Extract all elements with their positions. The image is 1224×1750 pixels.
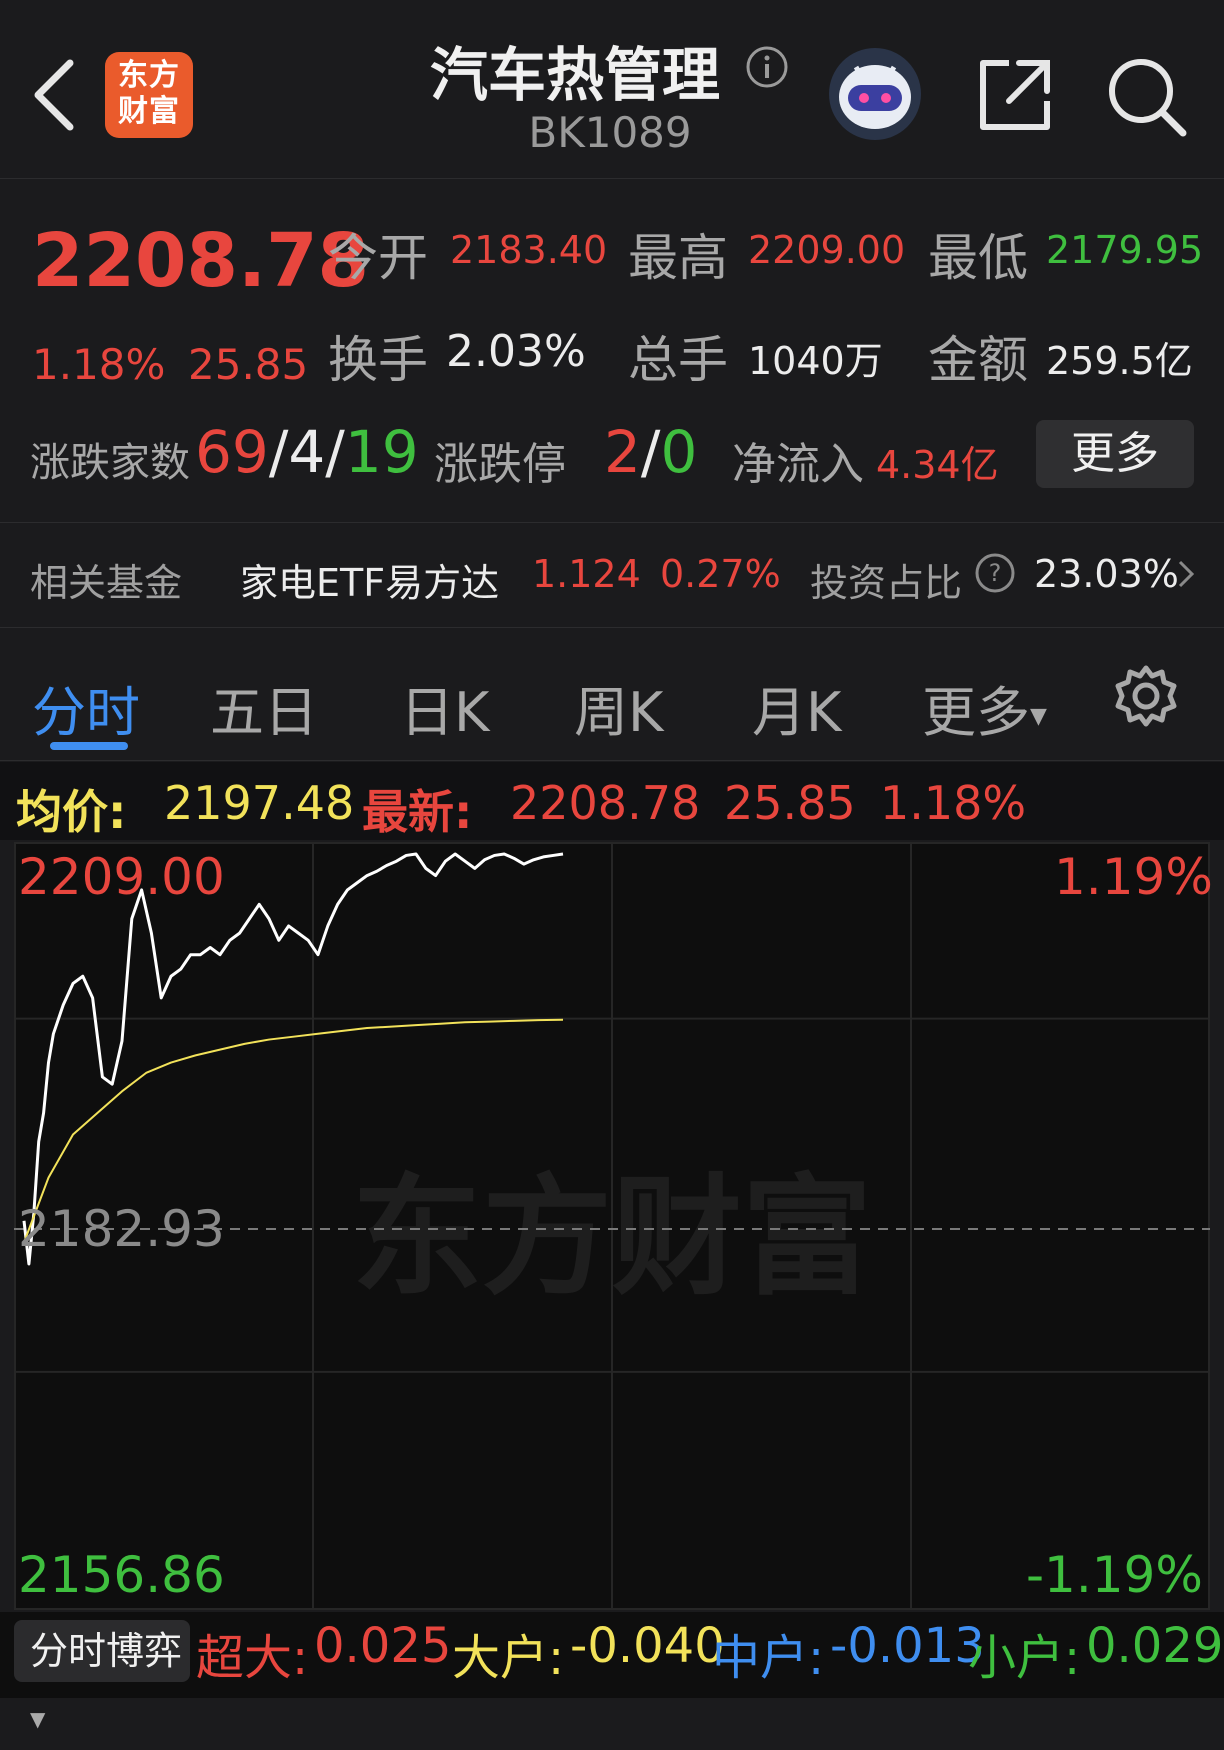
fund-pct: 0.27% bbox=[660, 552, 781, 596]
intraday-game-selector[interactable]: 分时博弈 ▼ bbox=[14, 1620, 190, 1731]
limit-down-count: 0 bbox=[660, 418, 698, 486]
breadth-sep: / bbox=[325, 418, 345, 486]
inflow-label: 净流入 bbox=[732, 439, 864, 490]
tab-monthly-k[interactable]: 月K bbox=[752, 668, 841, 747]
latest-value: 2208.78 bbox=[510, 776, 701, 830]
pct-axis-top-label: 1.19% bbox=[1054, 848, 1213, 906]
info-icon[interactable] bbox=[745, 45, 789, 89]
volume-label: 总手 bbox=[628, 331, 728, 389]
search-icon[interactable] bbox=[1105, 55, 1189, 139]
open-label: 今开 bbox=[328, 229, 428, 287]
share-icon[interactable] bbox=[975, 55, 1055, 135]
flat-count: 4 bbox=[288, 418, 326, 486]
low-label: 最低 bbox=[928, 229, 1028, 287]
latest-pct: 1.18% bbox=[880, 776, 1027, 830]
high-value: 2209.00 bbox=[748, 228, 906, 272]
avg-value: 2197.48 bbox=[164, 776, 355, 830]
intraday-game-label: 分时博弈 bbox=[30, 1629, 183, 1673]
weight-label: 投资占比 bbox=[810, 561, 963, 605]
current-price: 2208.78 bbox=[32, 218, 370, 304]
latest-change: 25.85 bbox=[724, 776, 856, 830]
app-logo[interactable]: 东方财富 bbox=[105, 52, 193, 138]
active-tab-indicator bbox=[50, 742, 128, 750]
robot-assistant-icon[interactable] bbox=[826, 45, 924, 143]
tab-more-label: 更多 bbox=[922, 681, 1030, 744]
y-axis-mid-label: 2182.93 bbox=[18, 1200, 225, 1258]
help-icon[interactable]: ? bbox=[974, 552, 1016, 594]
page-title: 汽车热管理 bbox=[429, 41, 720, 109]
down-count: 19 bbox=[344, 418, 419, 486]
chevron-right-icon[interactable] bbox=[1176, 558, 1196, 590]
inflow-value: 4.34亿 bbox=[876, 443, 999, 487]
super-value: 0.025 bbox=[314, 1618, 452, 1674]
back-arrow-icon[interactable] bbox=[30, 55, 80, 135]
tab-daily-k[interactable]: 日K bbox=[400, 668, 489, 747]
turnover-label: 换手 bbox=[328, 331, 428, 389]
dropdown-caret-icon: ▼ bbox=[1030, 703, 1047, 729]
fund-price: 1.124 bbox=[532, 552, 641, 596]
y-axis-top-label: 2209.00 bbox=[18, 848, 225, 906]
turnover-value: 2.03% bbox=[446, 326, 586, 377]
settings-gear-icon[interactable] bbox=[1112, 662, 1180, 730]
limit-up-count: 2 bbox=[604, 418, 641, 486]
tab-more[interactable]: 更多▼ bbox=[922, 668, 1047, 747]
limit-label: 涨跌停 bbox=[434, 439, 566, 490]
tab-five-day[interactable]: 五日 bbox=[210, 668, 318, 747]
mid-value: -0.013 bbox=[830, 1618, 985, 1674]
breadth-label: 涨跌家数 bbox=[30, 440, 190, 486]
up-count: 69 bbox=[195, 418, 269, 486]
super-label: 超大: bbox=[196, 1630, 309, 1686]
watermark: 东方财富 bbox=[352, 1161, 872, 1313]
amount-value: 259.5亿 bbox=[1046, 339, 1193, 383]
chart-info-bar: 均价: 2197.48 最新: 2208.78 25.85 1.18% bbox=[0, 762, 1224, 840]
small-label: 小户: bbox=[968, 1630, 1081, 1686]
large-value: -0.040 bbox=[570, 1618, 725, 1674]
tab-intraday[interactable]: 分时 bbox=[32, 668, 140, 747]
pct-axis-bottom-label: -1.19% bbox=[1026, 1546, 1203, 1604]
open-value: 2183.40 bbox=[450, 228, 608, 272]
small-value: 0.029 bbox=[1086, 1618, 1224, 1674]
period-tabs: 分时 五日 日K 周K 月K 更多▼ bbox=[0, 628, 1224, 761]
fund-name[interactable]: 家电ETF易方达 bbox=[240, 552, 499, 607]
change-percent: 1.18% bbox=[32, 340, 166, 389]
sector-code: BK1089 bbox=[528, 108, 692, 157]
dropdown-caret-icon: ▼ bbox=[30, 1707, 46, 1731]
high-label: 最高 bbox=[628, 229, 728, 287]
fund-label: 相关基金 bbox=[30, 561, 183, 605]
change-amount: 25.85 bbox=[188, 340, 309, 389]
y-axis-bottom-label: 2156.86 bbox=[18, 1546, 225, 1604]
amount-label: 金额 bbox=[928, 331, 1028, 389]
volume-value: 1040万 bbox=[748, 339, 883, 383]
mid-label: 中户: bbox=[712, 1630, 825, 1686]
large-label: 大户: bbox=[452, 1630, 565, 1686]
latest-label: 最新: bbox=[362, 785, 473, 839]
weight-value: 23.03% bbox=[1034, 552, 1179, 596]
breadth-sep: / bbox=[268, 418, 289, 486]
tab-weekly-k[interactable]: 周K bbox=[574, 668, 663, 747]
more-button[interactable]: 更多 bbox=[1036, 420, 1194, 488]
svg-text:?: ? bbox=[989, 559, 1002, 587]
low-value: 2179.95 bbox=[1046, 228, 1204, 272]
avg-label: 均价: bbox=[16, 785, 127, 839]
limit-sep: / bbox=[640, 418, 661, 486]
